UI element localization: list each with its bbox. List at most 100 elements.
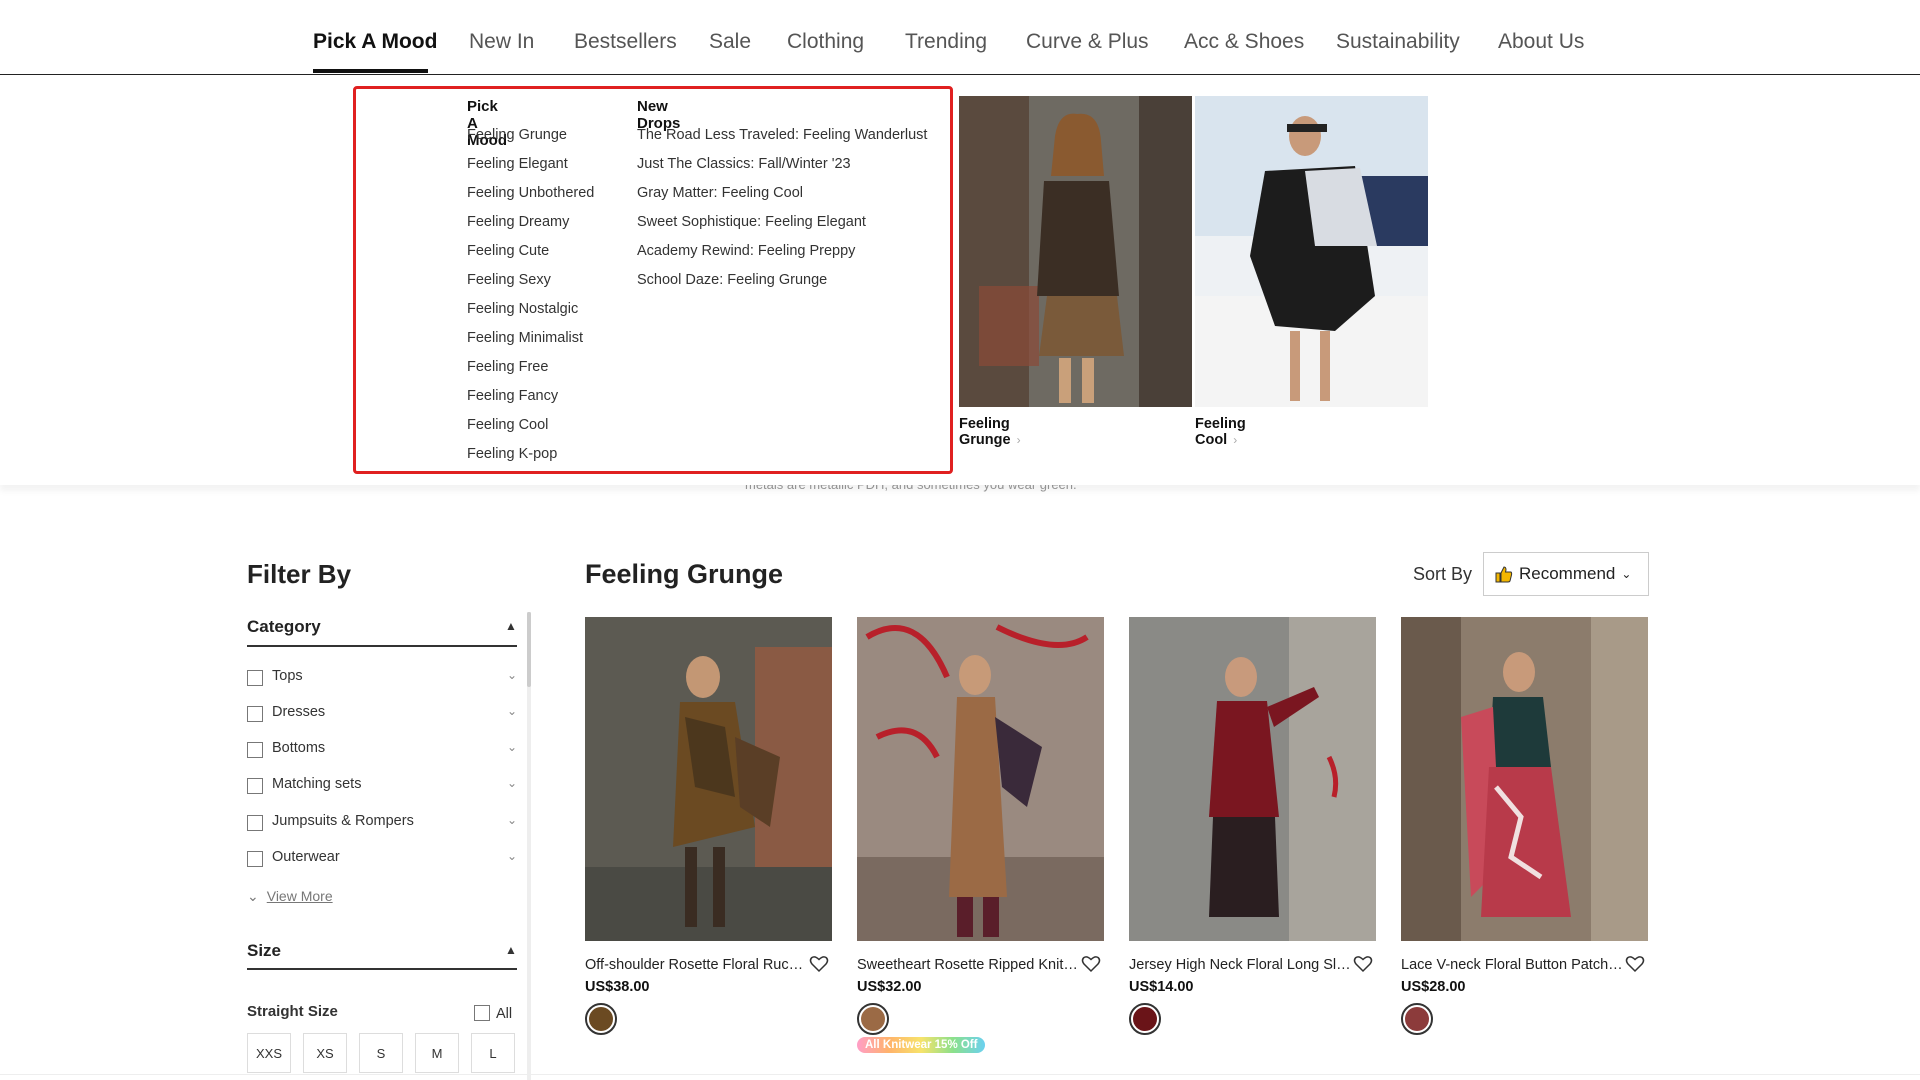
product-name[interactable]: Sweetheart Rosette Ripped Knit Dress [857, 957, 1079, 973]
sort-dropdown[interactable]: Recommend ⌄ [1483, 552, 1649, 596]
chevron-down-icon[interactable]: ⌄ [507, 849, 517, 863]
dropdown-link[interactable]: Feeling Cute [467, 243, 549, 259]
category-label: Bottoms [272, 740, 326, 756]
chevron-down-icon[interactable]: ⌄ [507, 776, 517, 790]
nav-item-acc-shoes[interactable]: Acc & Shoes [1184, 30, 1304, 54]
product-image[interactable] [585, 617, 832, 941]
view-more-label: View More [266, 888, 333, 904]
dropdown-link[interactable]: Just The Classics: Fall/Winter '23 [637, 156, 851, 172]
product-name[interactable]: Off-shoulder Rosette Floral Ruched Dress [585, 957, 807, 973]
dropdown-link[interactable]: School Daze: Feeling Grunge [637, 272, 827, 288]
category-filter-bottoms[interactable]: Bottoms ⌄ [247, 740, 517, 762]
chevron-down-icon[interactable]: ⌄ [507, 668, 517, 682]
dropdown-link[interactable]: Feeling Fancy [467, 388, 558, 404]
chevron-up-icon[interactable]: ▲ [505, 619, 517, 633]
promo-image-cool[interactable] [1195, 96, 1428, 407]
dropdown-link[interactable]: Feeling K-pop [467, 446, 557, 462]
nav-item-curve-plus[interactable]: Curve & Plus [1026, 30, 1149, 54]
dropdown-link[interactable]: Feeling Elegant [467, 156, 568, 172]
nav-item-new-in[interactable]: New In [469, 30, 534, 54]
category-section-heading[interactable]: Category [247, 617, 321, 637]
dropdown-link[interactable]: The Road Less Traveled: Feeling Wanderlu… [637, 127, 927, 143]
color-swatch[interactable] [857, 1003, 889, 1035]
dropdown-link[interactable]: Feeling Grunge [467, 127, 567, 143]
dropdown-link[interactable]: Feeling Sexy [467, 272, 551, 288]
heart-icon[interactable] [1353, 954, 1373, 974]
nav-item-clothing[interactable]: Clothing [787, 30, 864, 54]
dropdown-link[interactable]: Feeling Free [467, 359, 548, 375]
view-more-link[interactable]: ⌄ View More [247, 888, 333, 905]
chevron-down-icon[interactable]: ⌄ [507, 813, 517, 827]
size-option-l[interactable]: L [471, 1033, 515, 1073]
color-swatch[interactable] [1401, 1003, 1433, 1035]
dropdown-link[interactable]: Sweet Sophistique: Feeling Elegant [637, 214, 866, 230]
nav-item-trending[interactable]: Trending [905, 30, 987, 54]
checkbox[interactable] [474, 1005, 490, 1021]
product-image[interactable] [1401, 617, 1648, 941]
dropdown-link[interactable]: Feeling Unbothered [467, 185, 594, 201]
dropdown-link[interactable]: Feeling Nostalgic [467, 301, 578, 317]
category-label: Tops [272, 668, 303, 684]
nav-item-sustainability[interactable]: Sustainability [1336, 30, 1460, 54]
checkbox[interactable] [247, 851, 263, 867]
size-option-xs[interactable]: XS [303, 1033, 347, 1073]
size-option-xxs[interactable]: XXS [247, 1033, 291, 1073]
dropdown-link[interactable]: Gray Matter: Feeling Cool [637, 185, 803, 201]
top-nav: Pick A Mood New In Bestsellers Sale Clot… [0, 0, 1920, 75]
product-price: US$32.00 [857, 979, 922, 995]
category-filter-outerwear[interactable]: Outerwear ⌄ [247, 849, 517, 871]
dropdown-link[interactable]: Feeling Dreamy [467, 214, 569, 230]
dropdown-link[interactable]: Academy Rewind: Feeling Preppy [637, 243, 855, 259]
chevron-up-icon[interactable]: ▲ [505, 943, 517, 957]
nav-item-bestsellers[interactable]: Bestsellers [574, 30, 677, 54]
color-swatch[interactable] [1129, 1003, 1161, 1035]
straight-size-label: Straight Size [247, 1003, 338, 1020]
category-filter-tops[interactable]: Tops ⌄ [247, 668, 517, 690]
size-option-m[interactable]: M [415, 1033, 459, 1073]
swatch-color [589, 1007, 613, 1031]
size-section-heading[interactable]: Size [247, 941, 281, 961]
promo-image-grunge[interactable] [959, 96, 1192, 407]
checkbox[interactable] [247, 670, 263, 686]
product-image[interactable] [857, 617, 1104, 941]
product-name[interactable]: Jersey High Neck Floral Long Sleeve Top [1129, 957, 1351, 973]
promo-badge: All Knitwear 15% Off [857, 1037, 986, 1053]
product-image[interactable] [1129, 617, 1376, 941]
product-name[interactable]: Lace V-neck Floral Button Patchwork Dres… [1401, 957, 1623, 973]
chevron-right-icon: › [1233, 433, 1238, 447]
section-divider [247, 645, 517, 647]
category-label: Jumpsuits & Rompers [272, 813, 414, 829]
heart-icon[interactable] [809, 954, 829, 974]
color-swatch[interactable] [585, 1003, 617, 1035]
filter-scrollbar-thumb[interactable] [527, 612, 531, 687]
chevron-down-icon[interactable]: ⌄ [507, 740, 517, 754]
sort-label: Sort By [1413, 564, 1473, 584]
heart-icon[interactable] [1625, 954, 1645, 974]
bottom-divider [0, 1074, 1920, 1075]
active-nav-underline [313, 69, 428, 73]
checkbox[interactable] [247, 815, 263, 831]
nav-item-sale[interactable]: Sale [709, 30, 751, 54]
nav-item-about-us[interactable]: About Us [1498, 30, 1584, 54]
page-title: Feeling Grunge [585, 559, 784, 589]
category-filter-jumpsuits[interactable]: Jumpsuits & Rompers ⌄ [247, 813, 517, 835]
chevron-down-icon[interactable]: ⌄ [507, 704, 517, 718]
size-all-toggle[interactable]: All [474, 1002, 512, 1023]
checkbox[interactable] [247, 778, 263, 794]
promo-caption-grunge[interactable]: Feeling Grunge › [959, 416, 1021, 448]
category-filter-dresses[interactable]: Dresses ⌄ [247, 704, 517, 726]
checkbox[interactable] [247, 742, 263, 758]
dropdown-link[interactable]: Feeling Cool [467, 417, 548, 433]
promo-caption-cool[interactable]: Feeling Cool › [1195, 416, 1246, 448]
category-label: Matching sets [272, 776, 362, 792]
chevron-down-icon: ⌄ [247, 888, 259, 904]
heart-icon[interactable] [1081, 954, 1101, 974]
dropdown-link[interactable]: Feeling Minimalist [467, 330, 583, 346]
size-option-s[interactable]: S [359, 1033, 403, 1073]
checkbox[interactable] [247, 706, 263, 722]
category-filter-matching-sets[interactable]: Matching sets ⌄ [247, 776, 517, 798]
nav-item-pick-a-mood[interactable]: Pick A Mood [313, 30, 437, 54]
swatch-color [861, 1007, 885, 1031]
chevron-down-icon: ⌄ [1621, 567, 1632, 581]
chevron-right-icon: › [1016, 433, 1021, 447]
